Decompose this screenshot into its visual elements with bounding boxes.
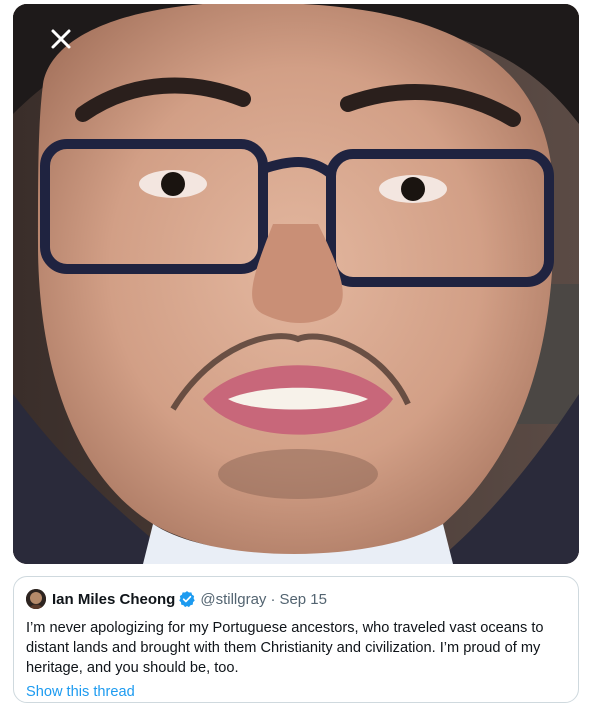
photo-image [13,4,579,564]
quoted-tweet-text: I’m never apologizing for my Portuguese … [26,620,544,676]
author-name[interactable]: Ian Miles Cheong [52,591,175,608]
show-thread-link[interactable]: Show this thread [26,684,135,700]
tweet-media-photo[interactable] [13,4,579,564]
close-button[interactable] [41,22,81,56]
verified-badge-icon [178,590,196,608]
avatar[interactable] [26,589,46,609]
avatar-image [26,589,46,609]
header-separator: · [270,590,276,608]
close-icon [51,29,71,49]
quoted-tweet-header: Ian Miles Cheong @stillgray · Sep 15 [26,589,566,609]
quoted-tweet-card[interactable]: Ian Miles Cheong @stillgray · Sep 15 I’m… [13,576,579,703]
author-handle[interactable]: @stillgray [200,591,266,608]
tweet-date[interactable]: Sep 15 [279,591,327,608]
